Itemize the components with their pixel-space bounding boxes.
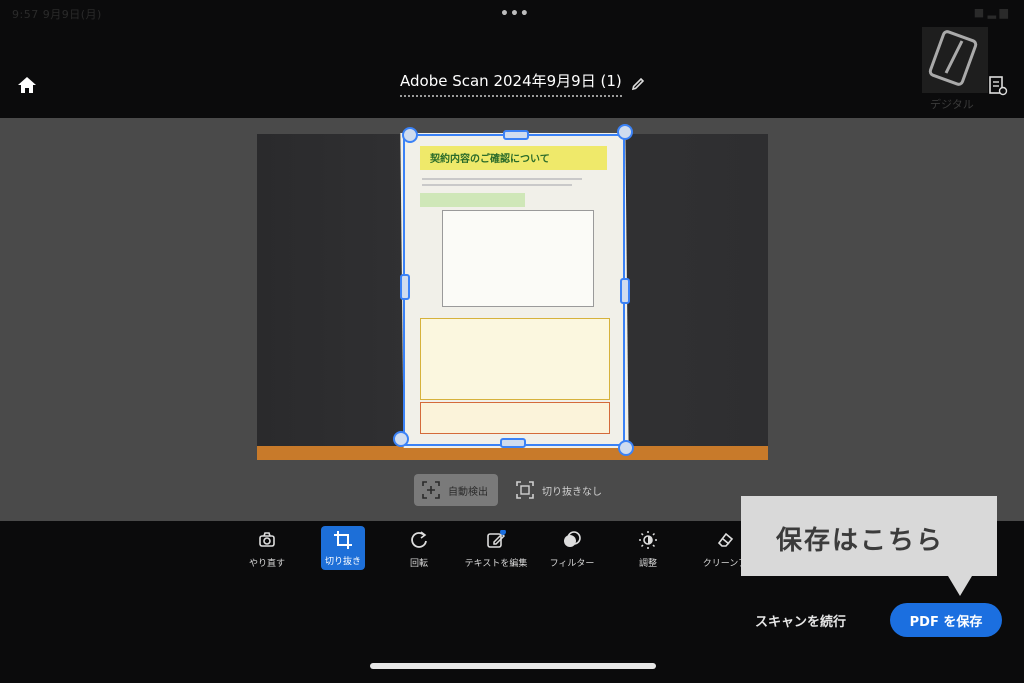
status-battery: ■ ▂ ▆: [973, 6, 1008, 19]
tool-label: フィルター: [549, 559, 595, 569]
tool-label: テキストを編集: [464, 559, 528, 569]
desk-edge: [257, 446, 768, 460]
tablet-pen-icon: [928, 30, 978, 86]
document-title[interactable]: Adobe Scan 2024年9月9日 (1): [400, 70, 622, 97]
page-settings-icon[interactable]: [988, 75, 1008, 97]
document-title-group[interactable]: Adobe Scan 2024年9月9日 (1): [400, 70, 646, 97]
tool-crop[interactable]: 切り抜き: [321, 526, 365, 570]
pencil-icon[interactable]: [630, 76, 646, 92]
more-dots[interactable]: •••: [500, 6, 530, 22]
tool-rotate[interactable]: 回転: [384, 530, 454, 569]
auto-detect-button[interactable]: 自動検出: [414, 474, 498, 506]
retake-icon: [259, 532, 275, 547]
home-icon[interactable]: [16, 74, 38, 96]
auto-detect-icon: [422, 481, 440, 499]
tool-label: 回転: [409, 559, 428, 569]
adjust-icon: [639, 531, 657, 549]
callout-text: 保存はこちら: [776, 526, 945, 556]
tablet-thumbnail: [922, 27, 988, 93]
tool-adjust[interactable]: 調整: [613, 530, 683, 569]
crop-handle-right[interactable]: [620, 278, 630, 304]
tool-filter[interactable]: フィルター: [537, 530, 607, 569]
tool-label: 切り抜き: [324, 557, 361, 567]
callout-pointer: [948, 576, 972, 596]
rotate-icon: [411, 531, 427, 548]
status-time: 9:57 9月9日(月): [12, 8, 102, 21]
continue-scan-button[interactable]: スキャンを続行: [755, 611, 846, 630]
crop-handle-bottom[interactable]: [500, 438, 526, 448]
crop-handle-bottom-left[interactable]: [393, 431, 409, 447]
tool-label: 調整: [638, 559, 657, 569]
tool-label: やり直す: [248, 559, 285, 569]
auto-detect-label: 自動検出: [448, 486, 488, 498]
crop-icon: [334, 531, 352, 549]
home-indicator[interactable]: [370, 663, 656, 669]
eraser-icon: [717, 532, 734, 547]
save-pdf-button[interactable]: PDF を保存: [890, 603, 1002, 637]
crop-handle-top-right[interactable]: [617, 124, 633, 140]
tool-retake[interactable]: やり直す: [232, 530, 302, 569]
no-crop-label: 切り抜きなし: [542, 486, 602, 498]
crop-handle-left[interactable]: [400, 274, 410, 300]
no-crop-icon: [516, 481, 534, 499]
crop-frame[interactable]: [403, 134, 625, 446]
thumbnail-label: デジタル: [930, 98, 974, 111]
crop-handle-top-left[interactable]: [402, 127, 418, 143]
tool-edit-text[interactable]: テキストを編集: [461, 530, 531, 569]
crop-handle-top[interactable]: [503, 130, 529, 140]
edit-text-icon: [487, 530, 506, 548]
no-crop-button[interactable]: 切り抜きなし: [516, 481, 602, 499]
crop-handle-bottom-right[interactable]: [618, 440, 634, 456]
filter-icon: [564, 531, 581, 547]
